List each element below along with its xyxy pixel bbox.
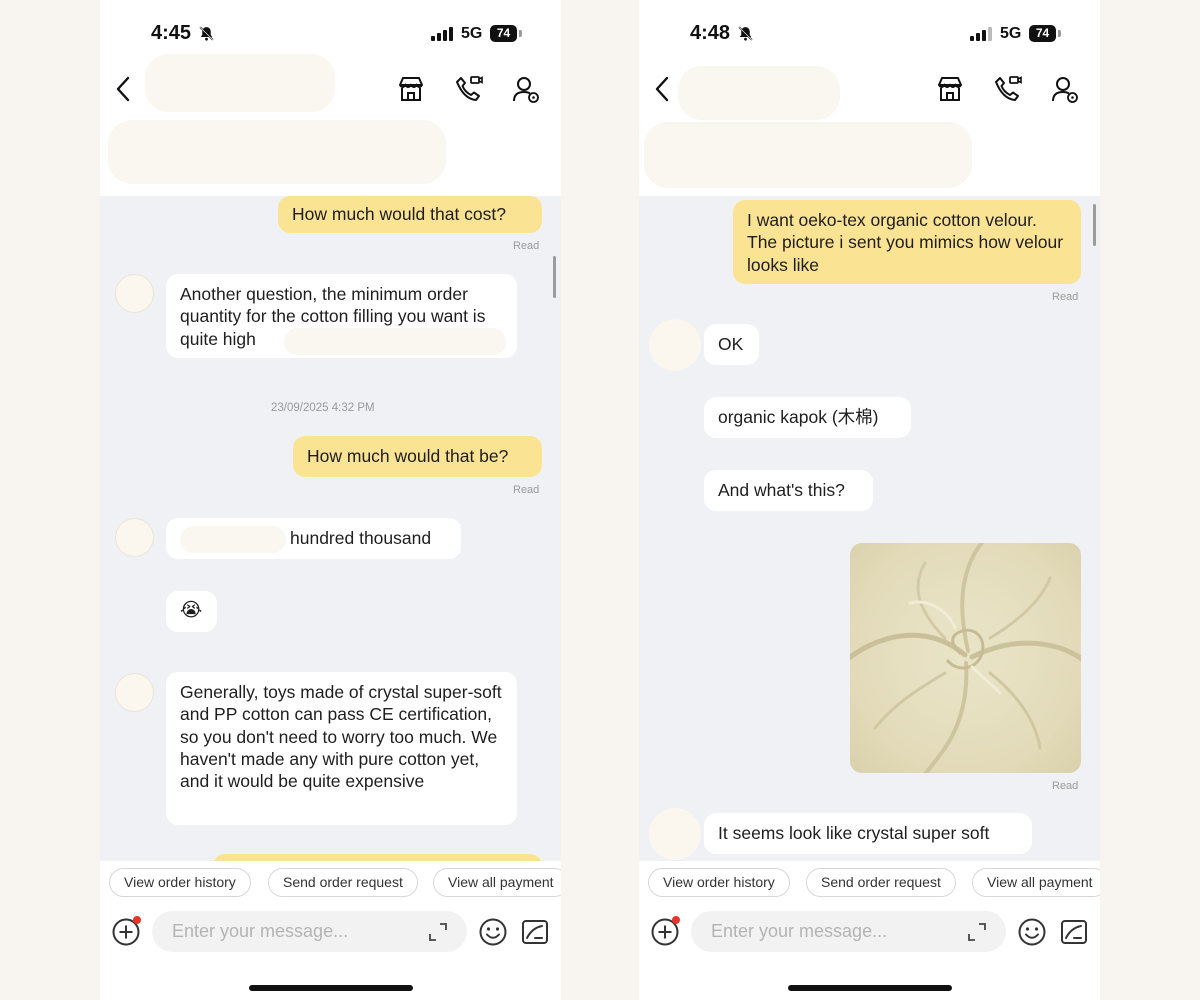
incoming-message: OK <box>704 324 759 365</box>
contact-avatar <box>115 518 154 557</box>
read-receipt: Read <box>513 240 540 252</box>
outgoing-message: How much would that cost? <box>278 196 542 233</box>
user-settings-icon[interactable] <box>511 74 541 104</box>
status-time: 4:45 <box>151 22 192 44</box>
view-order-history-chip[interactable]: View order history <box>109 868 251 897</box>
home-indicator[interactable] <box>249 985 413 991</box>
read-receipt: Read <box>513 484 540 496</box>
bell-off-icon <box>738 26 753 41</box>
incoming-message: It seems look like crystal super soft <box>704 813 1032 854</box>
message-input-bar <box>639 903 1100 1000</box>
redacted-text <box>180 526 286 553</box>
contact-avatar <box>649 319 701 371</box>
incoming-message: Generally, toys made of crystal super-so… <box>166 672 517 825</box>
notification-dot <box>672 916 680 924</box>
expand-icon[interactable] <box>967 922 987 942</box>
signal-strength-icon <box>970 27 992 41</box>
message-input[interactable] <box>152 911 467 952</box>
contact-avatar <box>115 673 154 712</box>
quick-reply-icon[interactable] <box>521 918 549 946</box>
redacted-contact-name <box>145 54 335 112</box>
message-timestamp: 23/09/2025 4:32 PM <box>271 402 375 414</box>
status-bar: 4:48 5G 74 <box>639 0 1100 66</box>
emoji-icon[interactable] <box>1017 917 1047 947</box>
redacted-contact-info <box>644 122 972 188</box>
contact-avatar <box>649 808 701 860</box>
incoming-message: And what's this? <box>704 470 873 511</box>
emoji-message: 😭 <box>166 591 217 632</box>
quick-actions-bar: View order history Send order request Vi… <box>100 861 561 903</box>
chat-message-list[interactable]: I want oeko-tex organic cotton velour. T… <box>639 196 1100 861</box>
redacted-contact-name <box>678 66 840 120</box>
outgoing-message: How much would that be? <box>293 436 542 477</box>
bell-off-icon <box>199 26 214 41</box>
phone-screenshot-left: 4:45 5G 74 How much would that cost? Rea… <box>100 0 561 1000</box>
quick-actions-bar: View order history Send order request Vi… <box>639 861 1100 903</box>
emoji-icon[interactable] <box>478 917 508 947</box>
quick-reply-icon[interactable] <box>1060 918 1088 946</box>
outgoing-message-partial <box>213 854 542 861</box>
message-input-bar <box>100 903 561 1000</box>
chat-header <box>639 62 1100 196</box>
battery-indicator: 74 <box>490 25 517 42</box>
send-order-request-chip[interactable]: Send order request <box>806 868 956 897</box>
message-input[interactable] <box>691 911 1006 952</box>
scrollbar[interactable] <box>1093 204 1096 246</box>
notification-dot <box>133 916 141 924</box>
status-time: 4:48 <box>690 22 731 44</box>
store-icon[interactable] <box>396 74 426 104</box>
send-order-request-chip[interactable]: Send order request <box>268 868 418 897</box>
view-order-history-chip[interactable]: View order history <box>648 868 790 897</box>
outgoing-message: I want oeko-tex organic cotton velour. T… <box>733 200 1081 284</box>
phone-screenshot-right: 4:48 5G 74 I want oeko-tex organic cotto… <box>639 0 1100 1000</box>
network-label: 5G <box>461 25 483 42</box>
read-receipt: Read <box>1052 291 1079 303</box>
chevron-left-icon[interactable] <box>112 74 134 104</box>
chat-message-list[interactable]: How much would that cost? Read Another q… <box>100 196 561 861</box>
phone-call-icon[interactable] <box>453 74 483 104</box>
signal-strength-icon <box>431 27 453 41</box>
user-settings-icon[interactable] <box>1050 74 1080 104</box>
phone-call-icon[interactable] <box>992 74 1022 104</box>
expand-icon[interactable] <box>428 922 448 942</box>
redacted-contact-info <box>108 120 446 184</box>
view-all-payment-chip[interactable]: View all payment <box>972 868 1100 897</box>
scrollbar[interactable] <box>553 256 556 298</box>
chat-header <box>100 54 561 196</box>
incoming-message: organic kapok (木棉) <box>704 397 911 438</box>
contact-avatar <box>115 274 154 313</box>
network-label: 5G <box>1000 25 1022 42</box>
fabric-image-message[interactable] <box>850 543 1081 773</box>
store-icon[interactable] <box>935 74 965 104</box>
redacted-text <box>284 328 506 355</box>
chevron-left-icon[interactable] <box>651 74 673 104</box>
home-indicator[interactable] <box>788 985 952 991</box>
battery-indicator: 74 <box>1029 25 1056 42</box>
read-receipt: Read <box>1052 780 1079 792</box>
view-all-payment-chip[interactable]: View all payment <box>433 868 561 897</box>
